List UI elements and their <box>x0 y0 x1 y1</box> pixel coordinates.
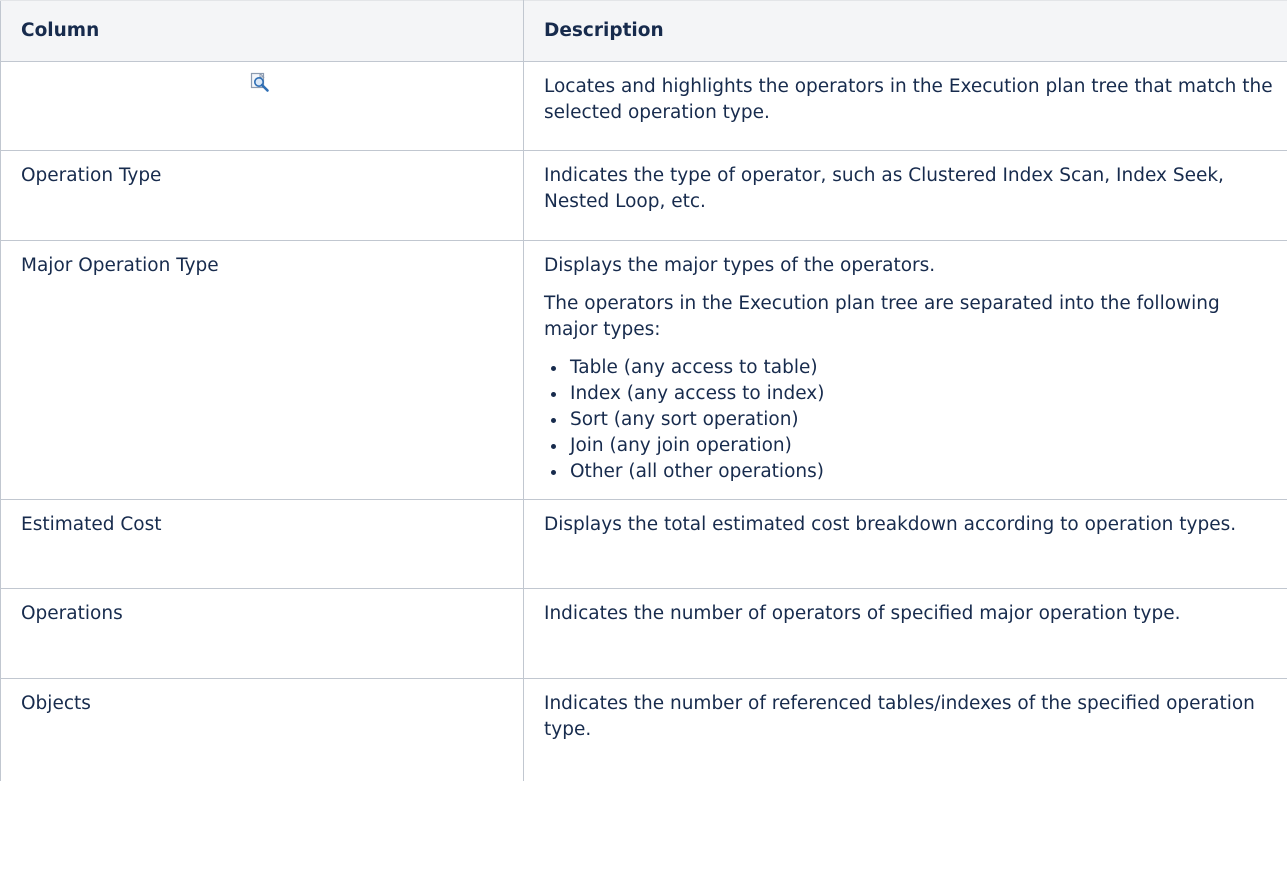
description-text: Displays the total estimated cost breakd… <box>544 514 1237 535</box>
list-item: Sort (any sort operation) <box>568 407 1274 433</box>
table-row: Operations Indicates the number of opera… <box>0 588 1287 679</box>
description-cell: Displays the major types of the operator… <box>523 240 1287 500</box>
description-cell: Displays the total estimated cost breakd… <box>523 499 1287 589</box>
list-item: Index (any access to index) <box>568 381 1274 407</box>
description-text: Indicates the number of referenced table… <box>544 693 1255 740</box>
major-types-list: Table (any access to table) Index (any a… <box>544 355 1274 485</box>
table-header-row: Column Description <box>0 0 1287 62</box>
description-text: Indicates the type of operator, such as … <box>544 165 1224 212</box>
description-text: Indicates the number of operators of spe… <box>544 603 1181 624</box>
table-row: Objects Indicates the number of referenc… <box>0 678 1287 781</box>
column-cell: Operations <box>0 588 524 679</box>
column-cell: Major Operation Type <box>0 240 524 500</box>
table-row: Major Operation Type Displays the major … <box>0 240 1287 500</box>
column-cell: Operation Type <box>0 150 524 241</box>
columns-table: Column Description Locates and highlight… <box>0 0 1287 781</box>
description-text: Locates and highlights the operators in … <box>544 76 1273 123</box>
list-item: Join (any join operation) <box>568 433 1274 459</box>
description-text: Displays the major types of the operator… <box>544 255 936 276</box>
list-item: Table (any access to table) <box>568 355 1274 381</box>
column-cell: Objects <box>0 678 524 781</box>
list-item: Other (all other operations) <box>568 459 1274 485</box>
locate-magnifier-icon[interactable] <box>249 71 271 93</box>
description-header: Description <box>523 0 1287 62</box>
description-cell: Locates and highlights the operators in … <box>523 61 1287 151</box>
table-row: Locates and highlights the operators in … <box>0 61 1287 151</box>
description-text-2: The operators in the Execution plan tree… <box>544 293 1220 340</box>
description-cell: Indicates the number of operators of spe… <box>523 588 1287 679</box>
table-row: Operation Type Indicates the type of ope… <box>0 150 1287 241</box>
column-header: Column <box>0 0 524 62</box>
table-row: Estimated Cost Displays the total estima… <box>0 499 1287 589</box>
column-cell: Estimated Cost <box>0 499 524 589</box>
description-cell: Indicates the number of referenced table… <box>523 678 1287 781</box>
description-cell: Indicates the type of operator, such as … <box>523 150 1287 241</box>
column-cell <box>0 61 524 151</box>
